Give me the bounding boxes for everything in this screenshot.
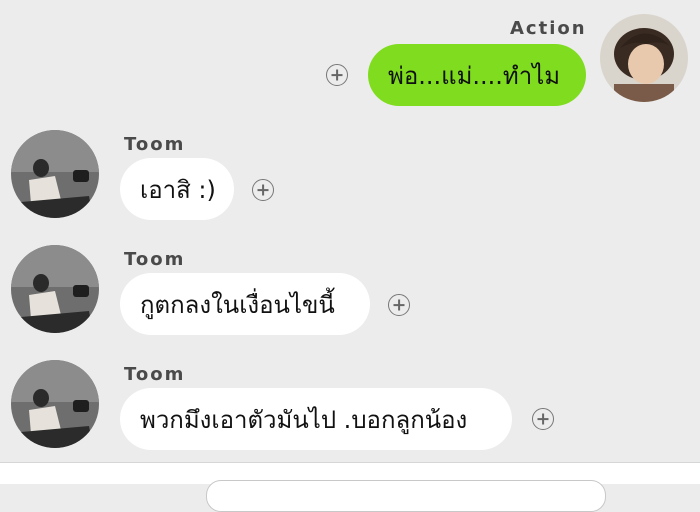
message-bubble-incoming[interactable]: พวกมึงเอาตัวมันไป .บอกลูกน้อง (120, 388, 512, 450)
message-input-bar (0, 462, 700, 512)
plus-circle-icon[interactable] (252, 179, 274, 201)
message-input[interactable] (206, 480, 606, 512)
chat-thread: Action พ่อ...แม่....ทำไม Toom เอาสิ :) T… (0, 0, 700, 462)
avatar[interactable] (11, 245, 99, 333)
avatar[interactable] (600, 14, 688, 102)
avatar[interactable] (11, 130, 99, 218)
sender-name: Toom (124, 249, 186, 270)
plus-circle-icon[interactable] (532, 408, 554, 430)
message-bubble-incoming[interactable]: เอาสิ :) (120, 158, 234, 220)
sender-name: Toom (124, 134, 186, 155)
sender-name: Action (510, 18, 587, 39)
message-bubble-incoming[interactable]: กูตกลงในเงื่อนไขนี้ (120, 273, 370, 335)
sender-name: Toom (124, 364, 186, 385)
plus-circle-icon[interactable] (388, 294, 410, 316)
avatar[interactable] (11, 360, 99, 448)
plus-circle-icon[interactable] (326, 64, 348, 86)
message-bubble-outgoing[interactable]: พ่อ...แม่....ทำไม (368, 44, 586, 106)
